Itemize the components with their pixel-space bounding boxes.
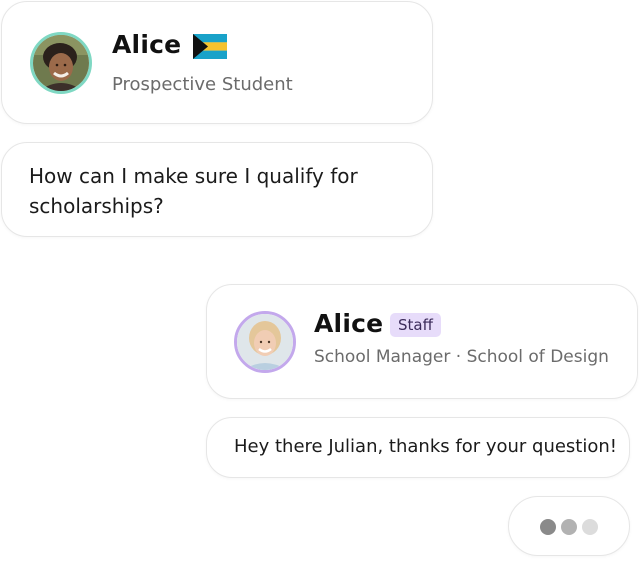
student-photo <box>33 35 89 91</box>
question-message-bubble: How can I make sure I qualify for schola… <box>1 142 433 237</box>
student-avatar[interactable] <box>30 32 92 94</box>
staff-badge: Staff <box>390 313 441 337</box>
bahamas-flag-icon <box>193 34 227 59</box>
student-name: Alice <box>112 30 182 59</box>
staff-role: School Manager · School of Design <box>314 347 609 367</box>
staff-photo <box>237 314 293 370</box>
typing-dot <box>561 519 577 535</box>
typing-dot <box>540 519 556 535</box>
student-header-card: Alice Prospective Student <box>1 1 433 124</box>
reply-message-bubble: Hey there Julian, thanks for your questi… <box>206 417 630 478</box>
typing-dot <box>582 519 598 535</box>
student-role: Prospective Student <box>112 74 293 95</box>
typing-indicator <box>508 496 630 556</box>
question-text: How can I make sure I qualify for schola… <box>29 164 358 218</box>
staff-header-card: Alice Staff School Manager · School of D… <box>206 284 638 399</box>
reply-text: Hey there Julian, thanks for your questi… <box>234 436 618 457</box>
staff-avatar[interactable] <box>234 311 296 373</box>
staff-name: Alice <box>314 309 384 338</box>
